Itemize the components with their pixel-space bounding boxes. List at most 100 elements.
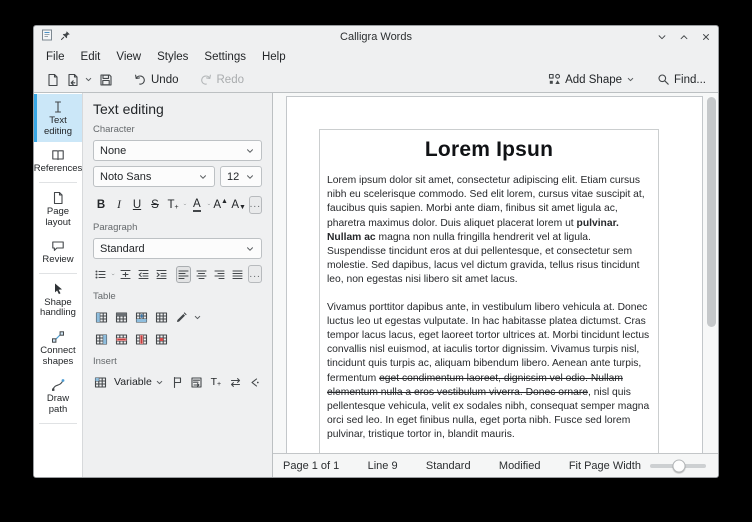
menu-help[interactable]: Help [254,49,294,65]
document-page[interactable]: Lorem Ipsun Lorem ipsum dolor sit amet, … [286,96,703,453]
paragraph-style-select[interactable]: Standard [93,238,262,259]
status-style: Standard [426,460,471,472]
italic-button[interactable]: I [111,196,127,214]
increase-indent-button[interactable] [154,266,169,283]
menu-file[interactable]: File [38,49,73,65]
script-position-button[interactable]: T+ [165,196,181,214]
grow-font-button[interactable]: A▲ [213,196,229,214]
table-of-contents-button[interactable] [93,374,108,391]
script-chevron-icon[interactable] [183,200,187,209]
chevron-down-icon [245,172,255,182]
save-button[interactable] [96,71,116,89]
strikethrough-button[interactable]: S [147,196,163,214]
panel-title: Text editing [93,101,262,117]
document-paragraph[interactable]: Vivamus porttitor dapibus ante, in vesti… [327,301,651,443]
tool-dock-divider [39,273,77,274]
document-paragraph[interactable]: Lorem ipsum dolor sit amet, consectetur … [327,174,651,288]
insert-section-label: Insert [93,356,262,367]
minimize-icon[interactable] [657,32,667,42]
status-page: Page 1 of 1 [283,460,339,472]
redo-button[interactable]: Redo [196,71,248,89]
variable-chevron-icon [155,378,164,387]
table-options-button[interactable] [153,309,170,326]
app-window: Calligra Words File Edit View Styles Set… [33,25,719,478]
list-format-chevron-icon[interactable] [111,270,115,279]
vertical-scrollbar[interactable] [707,95,716,451]
delete-column-button[interactable] [133,331,150,348]
delete-row-button[interactable] [113,331,130,348]
line-height-button[interactable] [118,266,133,283]
references-icon [51,148,65,162]
shrink-font-button[interactable]: A▼ [231,196,247,214]
new-document-button[interactable] [43,71,63,89]
chevron-down-icon [245,244,255,254]
insert-table-button[interactable] [93,309,110,326]
border-pen-button[interactable] [173,309,190,326]
undo-button[interactable]: Undo [130,71,182,89]
align-left-button[interactable] [176,266,191,283]
change-direction-button[interactable] [228,374,243,391]
font-family-select[interactable]: Noto Sans [93,166,215,187]
insert-row-above-button[interactable] [113,309,130,326]
tool-dock-divider [39,182,77,183]
font-color-button[interactable]: A [189,196,205,214]
underline-button[interactable]: U [129,196,145,214]
bookmark-button[interactable] [170,374,185,391]
document-title[interactable]: Lorem Ipsun [327,138,651,162]
list-format-button[interactable] [93,266,108,283]
scrollbar-thumb[interactable] [707,97,716,327]
chevron-down-icon [245,146,255,156]
bold-button[interactable]: B [93,196,109,214]
tool-connect-shapes[interactable]: Connect shapes [34,324,82,372]
window-title: Calligra Words [34,31,718,43]
special-character-button[interactable] [247,374,262,391]
tool-shape-handling[interactable]: Shape handling [34,276,82,324]
tool-text-editing[interactable]: Text editing [34,94,82,142]
menu-view[interactable]: View [108,49,149,65]
border-pen-chevron-icon[interactable] [193,313,202,322]
tool-draw-path[interactable]: Draw path [34,372,82,420]
text-frame[interactable]: Lorem Ipsun Lorem ipsum dolor sit amet, … [319,129,659,453]
more-character-options-button[interactable]: ... [249,196,262,214]
open-document-button[interactable] [63,71,96,89]
open-dropdown-chevron-icon [84,75,93,84]
character-style-select[interactable]: None [93,140,262,161]
draw-path-icon [51,378,65,392]
titlebar[interactable]: Calligra Words [34,26,718,47]
zoom-slider[interactable] [650,459,706,472]
maximize-icon[interactable] [679,32,689,42]
decrease-indent-button[interactable] [136,266,151,283]
zoom-slider-handle[interactable] [673,459,686,472]
add-shape-label: Add Shape [565,74,622,86]
add-shape-button[interactable]: Add Shape [545,71,638,88]
character-section-label: Character [93,124,262,135]
redo-label: Redo [217,74,245,86]
menu-settings[interactable]: Settings [196,49,254,65]
font-size-select[interactable]: 12 [220,166,262,187]
variable-dropdown[interactable]: Variable [112,376,166,388]
menu-styles[interactable]: Styles [149,49,196,65]
find-button[interactable]: Find... [654,71,709,88]
font-color-chevron-icon[interactable] [207,200,211,209]
insert-row-below-button[interactable] [133,309,150,326]
pin-icon[interactable] [60,28,71,46]
menu-edit[interactable]: Edit [73,49,109,65]
delete-table-button[interactable] [153,331,170,348]
tool-references[interactable]: References [34,142,82,180]
toolbar: Undo Redo Add Shape Find... [34,67,718,92]
zoom-mode-button[interactable]: Fit Page Width [569,460,641,472]
close-icon[interactable] [701,32,711,42]
undo-label: Undo [151,74,179,86]
tool-review[interactable]: Review [34,233,82,271]
more-paragraph-options-button[interactable]: ... [248,265,262,283]
insert-column-right-button[interactable] [93,331,110,348]
document-canvas[interactable]: Lorem Ipsun Lorem ipsum dolor sit amet, … [273,93,718,453]
tool-page-layout[interactable]: Page layout [34,185,82,233]
connect-shapes-icon [51,330,65,344]
align-justify-button[interactable] [230,266,245,283]
tool-options-panel: Text editing Character None Noto Sans 12… [83,93,273,477]
index-entry-button[interactable]: T+ [208,373,224,391]
align-center-button[interactable] [194,266,209,283]
footnote-button[interactable] [189,374,204,391]
align-right-button[interactable] [212,266,227,283]
